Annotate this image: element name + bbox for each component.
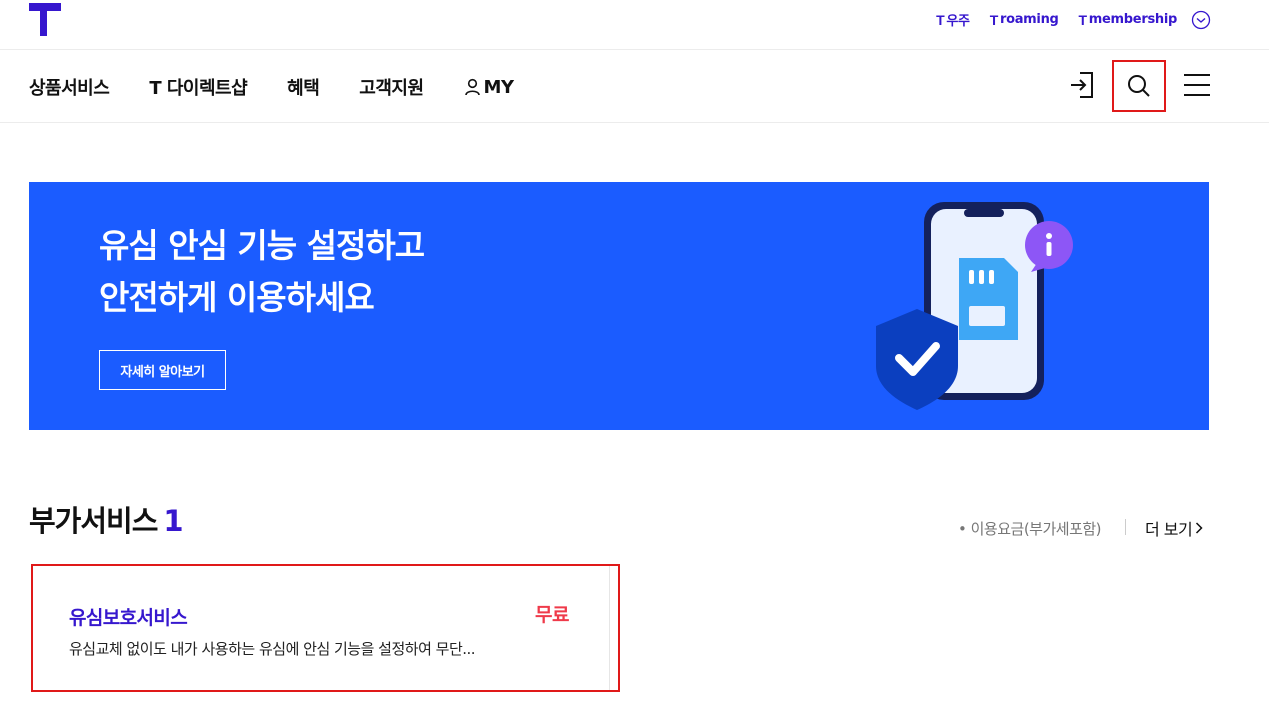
nav-item-my[interactable]: MY [464,74,514,100]
top-link-roaming[interactable]: T roaming [990,12,1059,28]
nav-item-support[interactable]: 고객지원 [359,74,424,100]
person-icon [464,78,480,96]
banner-title-line1: 유심 안심 기능 설정하고 [99,226,425,265]
top-link-label: 우주 [946,14,970,29]
service-card-description: 유심교체 없이도 내가 사용하는 유심에 안심 기능을 설정하여 무단... [69,640,476,658]
t-logo-icon[interactable] [29,3,61,36]
learn-more-button[interactable]: 자세히 알아보기 [99,350,226,390]
nav-item-my-label: MY [483,76,514,98]
search-button[interactable] [1112,60,1166,112]
banner-title-line2: 안전하게 이용하세요 [99,278,375,317]
card-edge-line [609,566,610,690]
search-icon [1128,75,1150,97]
service-card-title[interactable]: 유심보호서비스 [69,603,188,630]
section-title: 부가서비스 1 [29,498,184,540]
service-card-price: 무료 [535,604,569,626]
t-mark: T [1078,11,1088,28]
t-mark: T [936,11,945,28]
nav-item-benefits[interactable]: 혜택 [287,74,320,100]
chevron-right-icon [1196,522,1203,534]
top-link-label: membership [1088,12,1178,27]
top-links: T 우주 T roaming T membership [936,10,1178,30]
t-mark: T [989,11,999,28]
nav-item-products[interactable]: 상품서비스 [29,74,110,100]
phone-sim-shield-illustration [876,202,1073,410]
top-link-membership[interactable]: T membership [1078,11,1178,28]
divider [1125,519,1126,535]
fee-note: • 이용요금(부가세포함) [958,520,1102,538]
service-card[interactable]: 유심보호서비스 무료 유심교체 없이도 내가 사용하는 유심에 안심 기능을 설… [31,564,620,692]
hamburger-menu-icon[interactable] [1183,72,1211,98]
more-link[interactable]: 더 보기 [1145,516,1203,540]
top-link-universe[interactable]: T 우주 [936,10,970,30]
more-link-label: 더 보기 [1145,520,1193,539]
promo-banner[interactable]: 유심 안심 기능 설정하고 안전하게 이용하세요 자세히 알아보기 [29,182,1209,430]
login-icon[interactable] [1068,70,1096,100]
nav-item-direct-shop[interactable]: T 다이렉트샵 [149,74,247,100]
nav-items: 상품서비스 T 다이렉트샵 혜택 고객지원 MY [29,74,514,100]
banner-title: 유심 안심 기능 설정하고 안전하게 이용하세요 [99,220,425,324]
section-title-text: 부가서비스 [29,504,158,538]
section-count: 1 [163,504,183,538]
top-bar: T 우주 T roaming T membership [0,0,1269,50]
top-link-label: roaming [999,12,1059,27]
chevron-down-circle-icon[interactable] [1191,10,1211,30]
